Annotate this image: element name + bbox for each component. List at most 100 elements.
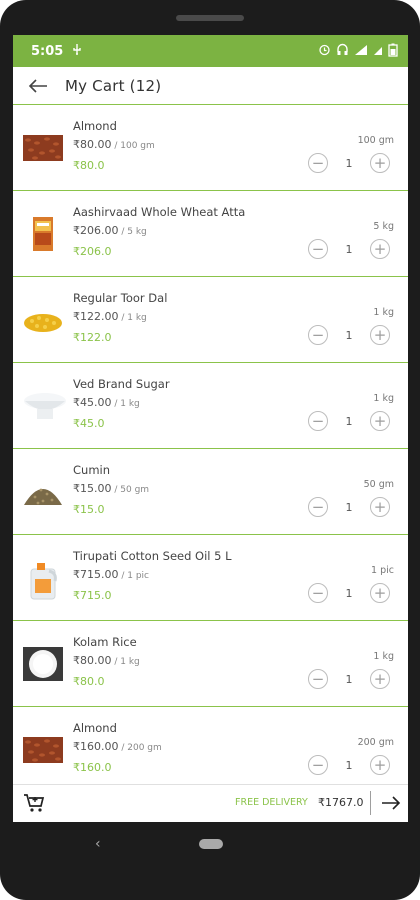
- quantity-value: 1: [345, 414, 353, 428]
- quantity-stepper: − 1 +: [308, 239, 390, 259]
- checkout-bar: FREE DELIVERY ₹1767.0: [13, 784, 408, 822]
- item-name: Ved Brand Sugar: [73, 377, 170, 391]
- sugar-image: [23, 389, 66, 423]
- item-price: ₹45.00 / 1 kg: [73, 396, 140, 409]
- pack-size: 1 kg: [373, 307, 394, 318]
- arrow-right-icon[interactable]: [380, 792, 402, 814]
- app-screen: 5:05 My Cart (12) Almond ₹80.00 / 100 gm…: [13, 35, 408, 822]
- quantity-stepper: − 1 +: [308, 755, 390, 775]
- price-unit: / 1 kg: [111, 399, 140, 409]
- sale-price: ₹160.0: [73, 761, 112, 774]
- quantity-value: 1: [345, 156, 353, 170]
- sale-price: ₹122.0: [73, 331, 112, 344]
- price-value: ₹80.00: [73, 654, 112, 667]
- quantity-value: 1: [345, 758, 353, 772]
- price-value: ₹715.00: [73, 568, 119, 581]
- item-price: ₹80.00 / 1 kg: [73, 654, 140, 667]
- almond-image: [23, 733, 63, 767]
- oil-can-image: [23, 561, 63, 600]
- quantity-stepper: − 1 +: [308, 497, 390, 517]
- price-unit: / 1 kg: [111, 657, 140, 667]
- increment-button[interactable]: +: [370, 755, 390, 775]
- decrement-button[interactable]: −: [308, 239, 328, 259]
- delivery-label: FREE DELIVERY: [235, 797, 308, 808]
- sale-price: ₹45.0: [73, 417, 105, 430]
- cumin-image: [23, 475, 63, 509]
- decrement-button[interactable]: −: [308, 411, 328, 431]
- decrement-button[interactable]: −: [308, 583, 328, 603]
- arrow-left-icon[interactable]: [27, 75, 49, 97]
- item-name: Almond: [73, 721, 117, 735]
- pack-size: 5 kg: [373, 221, 394, 232]
- quantity-stepper: − 1 +: [308, 411, 390, 431]
- alarm-icon: [318, 43, 331, 59]
- increment-button[interactable]: +: [370, 411, 390, 431]
- quantity-stepper: − 1 +: [308, 583, 390, 603]
- nav-home-icon[interactable]: [199, 839, 223, 849]
- sale-price: ₹15.0: [73, 503, 105, 516]
- price-unit: / 5 kg: [118, 227, 147, 237]
- status-bar: 5:05: [13, 35, 408, 67]
- cart-icon[interactable]: [23, 793, 45, 813]
- increment-button[interactable]: +: [370, 669, 390, 689]
- pack-size: 1 kg: [373, 651, 394, 662]
- quantity-value: 1: [345, 242, 353, 256]
- cart-item: Cumin ₹15.00 / 50 gm ₹15.0 50 gm − 1 +: [13, 449, 408, 535]
- price-value: ₹80.00: [73, 138, 112, 151]
- decrement-button[interactable]: −: [308, 153, 328, 173]
- increment-button[interactable]: +: [370, 153, 390, 173]
- decrement-button[interactable]: −: [308, 755, 328, 775]
- pack-size: 200 gm: [357, 737, 394, 748]
- pack-size: 1 kg: [373, 393, 394, 404]
- cart-item: Regular Toor Dal ₹122.00 / 1 kg ₹122.0 1…: [13, 277, 408, 363]
- decrement-button[interactable]: −: [308, 669, 328, 689]
- system-nav-bar: ‹: [0, 822, 420, 900]
- signal-icon: [354, 44, 368, 59]
- phone-frame: 5:05 My Cart (12) Almond ₹80.00 / 100 gm…: [0, 0, 420, 900]
- price-value: ₹45.00: [73, 396, 112, 409]
- increment-button[interactable]: +: [370, 325, 390, 345]
- item-price: ₹206.00 / 5 kg: [73, 224, 147, 237]
- sale-price: ₹80.0: [73, 159, 105, 172]
- decrement-button[interactable]: −: [308, 325, 328, 345]
- speaker-grille: [176, 15, 244, 21]
- item-name: Kolam Rice: [73, 635, 137, 649]
- battery-icon: [388, 43, 398, 60]
- pack-size: 1 pic: [371, 565, 394, 576]
- increment-button[interactable]: +: [370, 497, 390, 517]
- price-value: ₹15.00: [73, 482, 112, 495]
- cart-item: Aashirvaad Whole Wheat Atta ₹206.00 / 5 …: [13, 191, 408, 277]
- rice-image: [23, 647, 63, 681]
- item-price: ₹15.00 / 50 gm: [73, 482, 149, 495]
- price-unit: / 1 pic: [118, 571, 150, 581]
- atta-bag-image: [23, 217, 63, 251]
- item-price: ₹122.00 / 1 kg: [73, 310, 147, 323]
- signal-2-icon: [373, 44, 383, 59]
- usb-icon: [71, 43, 83, 59]
- sale-price: ₹715.0: [73, 589, 112, 602]
- decrement-button[interactable]: −: [308, 497, 328, 517]
- increment-button[interactable]: +: [370, 583, 390, 603]
- app-bar: My Cart (12): [13, 67, 408, 105]
- price-unit: / 1 kg: [118, 313, 147, 323]
- quantity-value: 1: [345, 586, 353, 600]
- item-name: Aashirvaad Whole Wheat Atta: [73, 205, 246, 219]
- price-unit: / 100 gm: [111, 141, 155, 151]
- pack-size: 100 gm: [357, 135, 394, 146]
- price-value: ₹160.00: [73, 740, 119, 753]
- cart-total: ₹1767.0: [318, 796, 364, 809]
- pack-size: 50 gm: [363, 479, 394, 490]
- quantity-value: 1: [345, 672, 353, 686]
- increment-button[interactable]: +: [370, 239, 390, 259]
- item-name: Almond: [73, 119, 117, 133]
- item-price: ₹80.00 / 100 gm: [73, 138, 155, 151]
- headset-icon: [336, 43, 349, 59]
- price-unit: / 200 gm: [118, 743, 162, 753]
- nav-back-icon[interactable]: ‹: [95, 836, 101, 852]
- item-name: Regular Toor Dal: [73, 291, 168, 305]
- quantity-stepper: − 1 +: [308, 325, 390, 345]
- quantity-stepper: − 1 +: [308, 153, 390, 173]
- page-title: My Cart (12): [65, 76, 162, 95]
- item-price: ₹160.00 / 200 gm: [73, 740, 162, 753]
- quantity-stepper: − 1 +: [308, 669, 390, 689]
